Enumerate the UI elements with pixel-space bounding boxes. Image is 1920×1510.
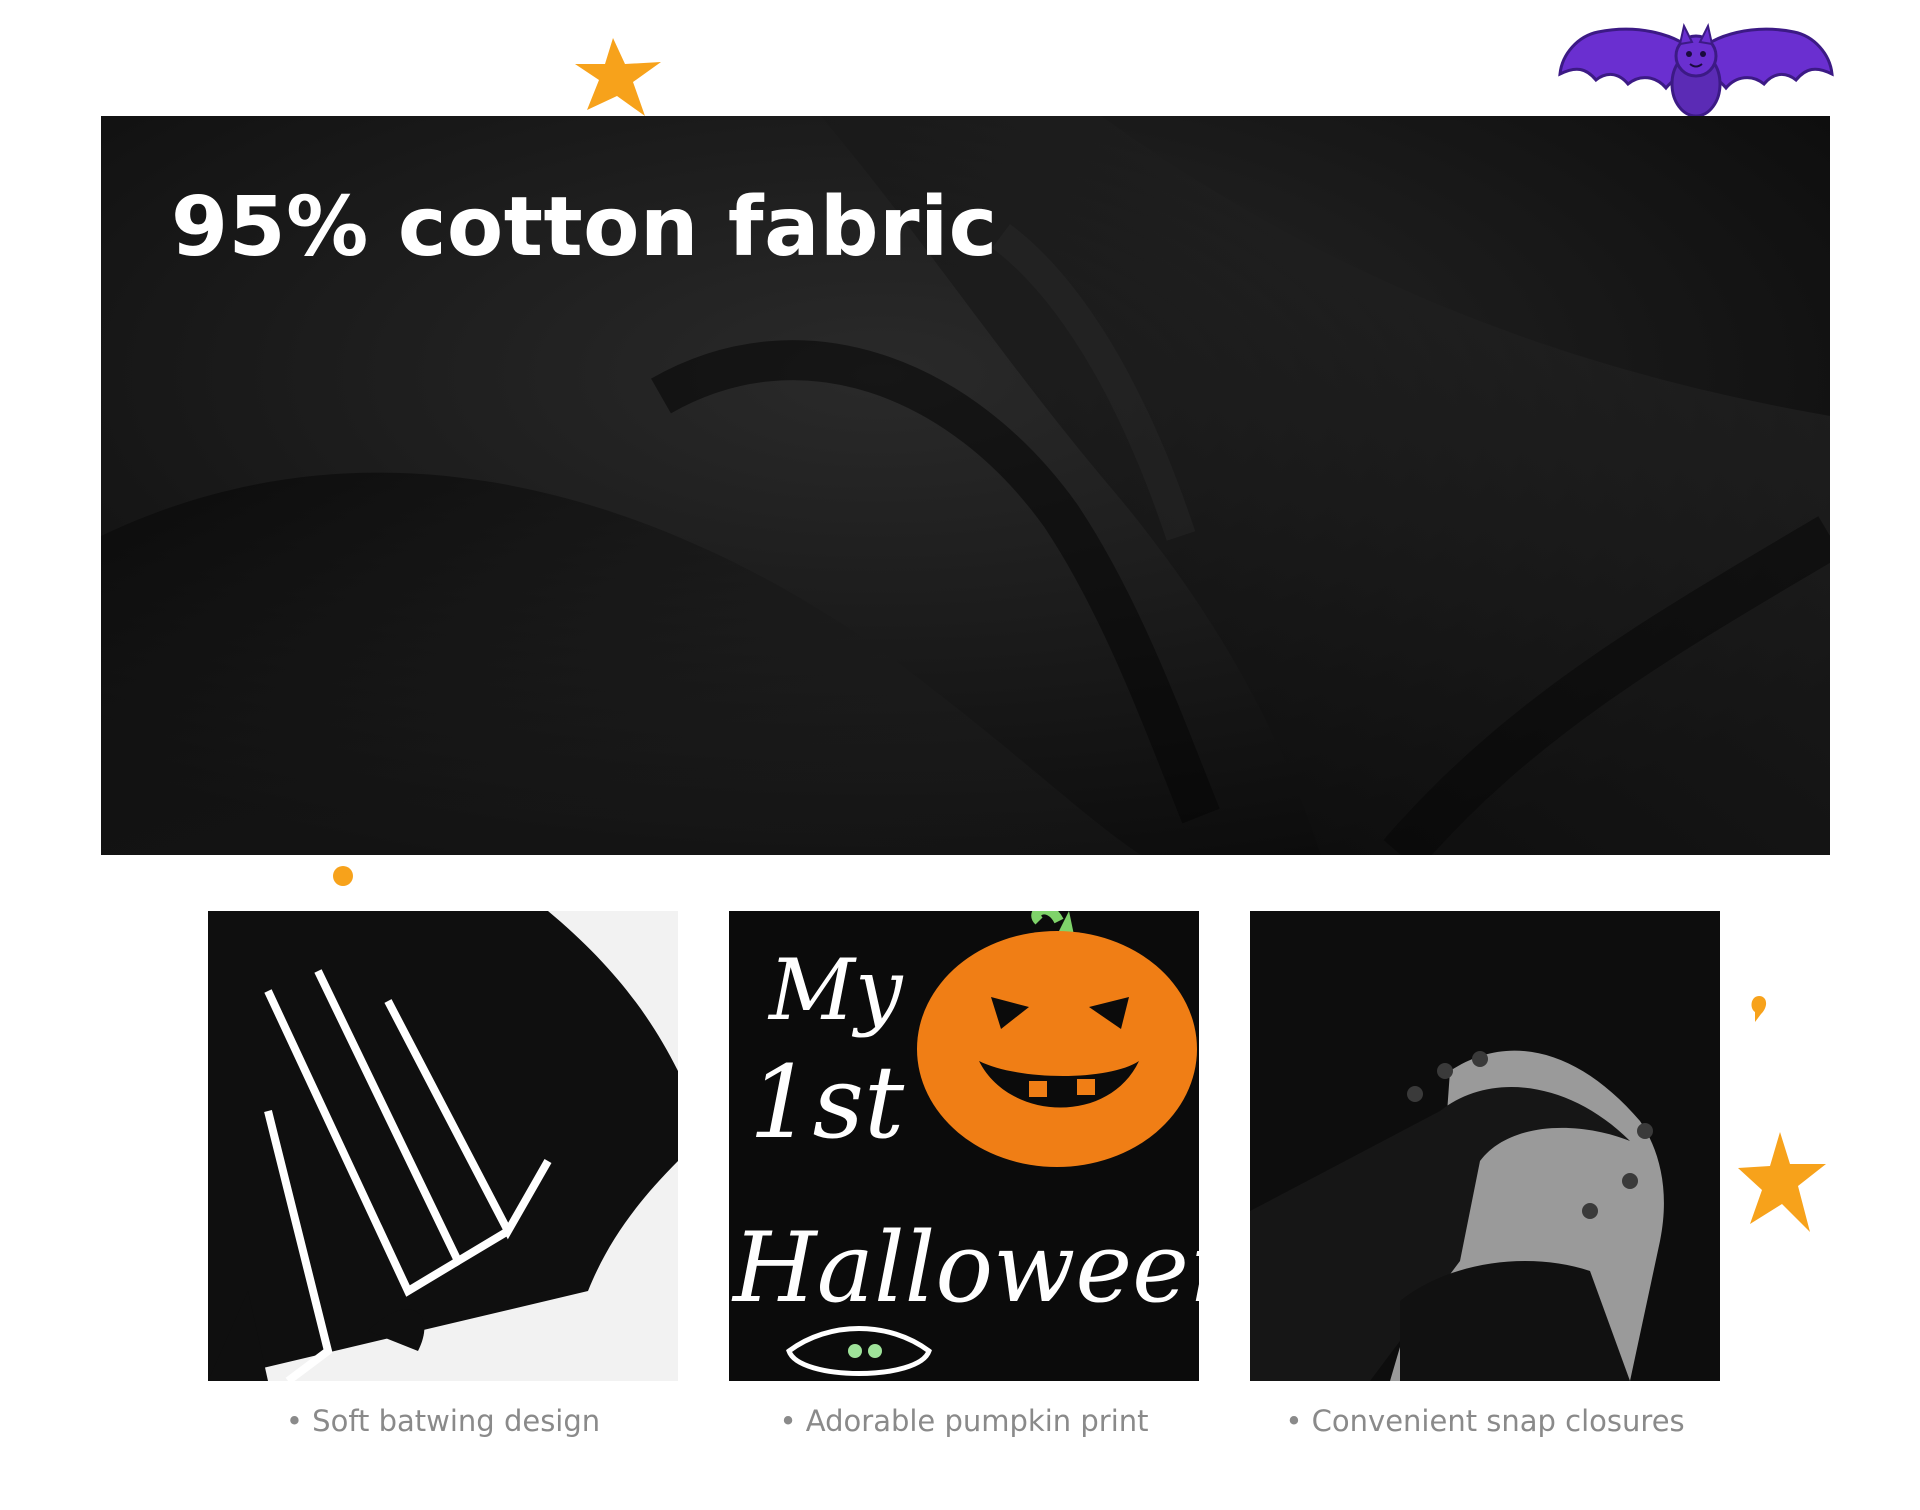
feature-caption-pumpkin: • Adorable pumpkin print <box>779 1404 1149 1438</box>
dot-icon <box>333 866 353 886</box>
star-icon <box>575 38 661 116</box>
print-text-line1: My <box>767 941 904 1039</box>
fabric-hero-image: 95% cotton fabric <box>101 116 1830 855</box>
print-text-line2: 1st <box>749 1044 905 1161</box>
print-text-line3: Halloween <box>731 1212 1199 1324</box>
feature-caption-snaps: • Convenient snap closures <box>1285 1404 1685 1438</box>
feature-image-pumpkin: My 1st Halloween <box>729 911 1199 1381</box>
bat-icon <box>1558 23 1834 118</box>
pumpkin-print-photo: My 1st Halloween <box>729 911 1199 1381</box>
bat-wing-sleeve-photo <box>208 911 678 1381</box>
dot-icon <box>1751 996 1767 1022</box>
feature-image-batwing <box>208 911 678 1381</box>
feature-image-snaps <box>1250 911 1720 1381</box>
snap-closure-photo <box>1250 911 1720 1381</box>
star-icon <box>1738 1132 1826 1232</box>
hero-title: 95% cotton fabric <box>171 180 998 275</box>
feature-caption-batwing: • Soft batwing design <box>285 1404 601 1438</box>
